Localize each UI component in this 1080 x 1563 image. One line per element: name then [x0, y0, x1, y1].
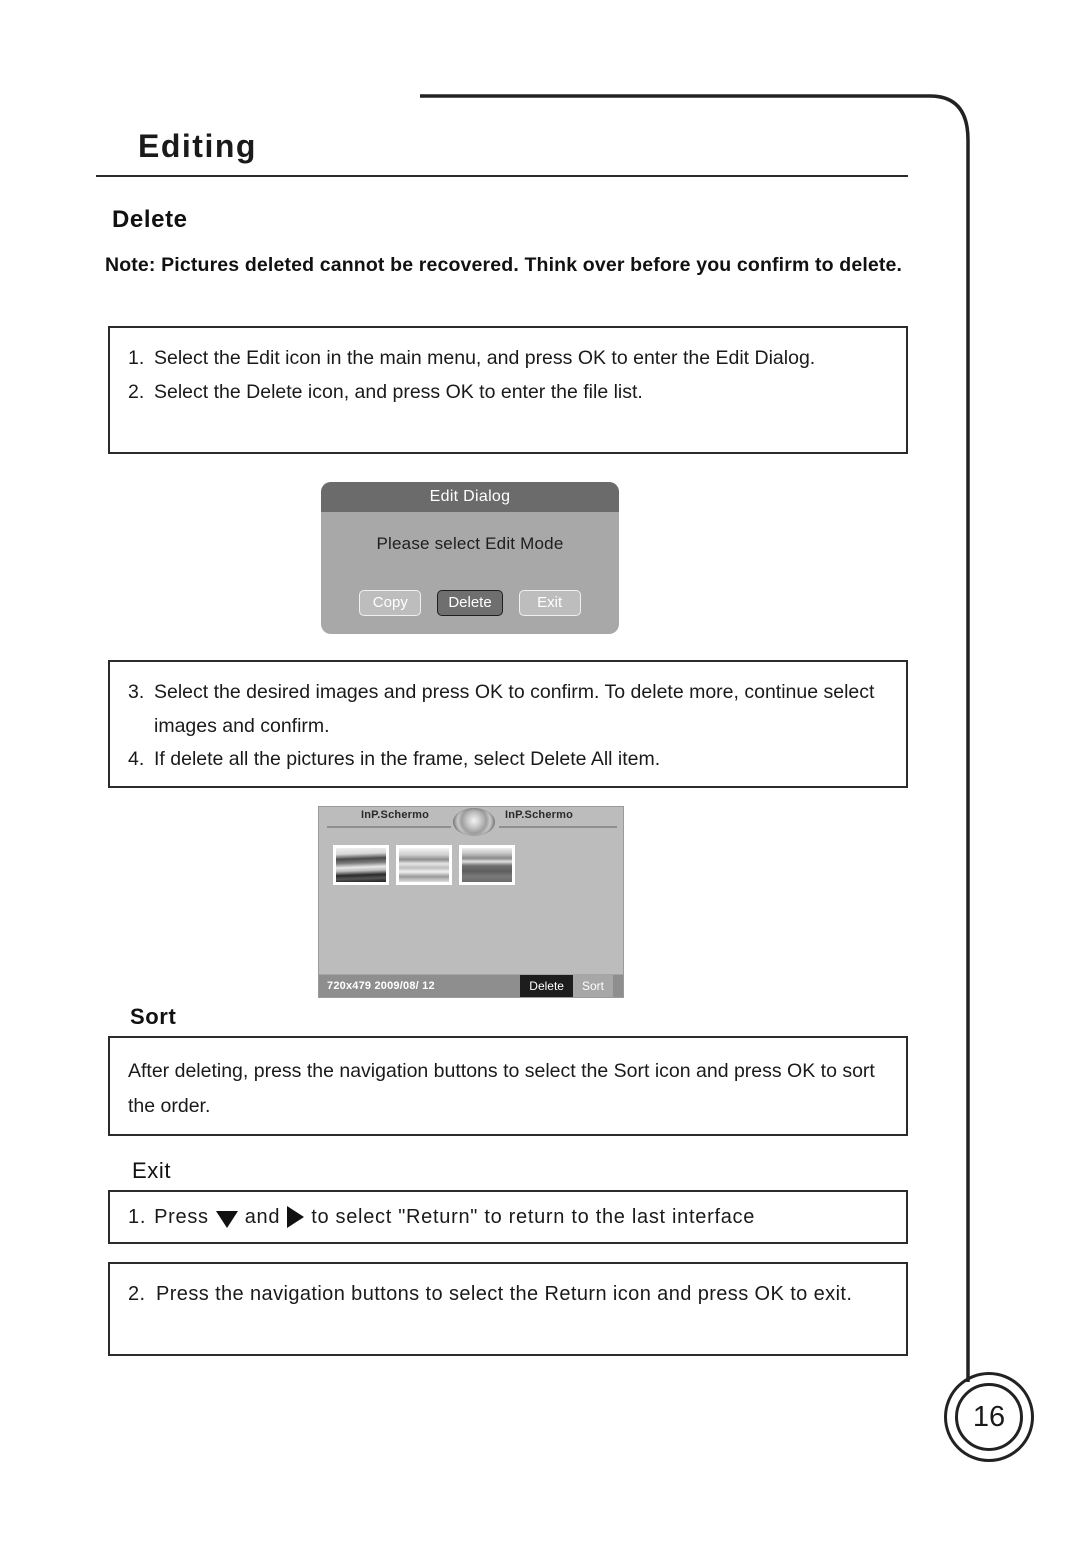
step-text: Select the desired images and press OK t… — [154, 681, 875, 737]
page-number-badge: 16 — [944, 1372, 1034, 1462]
title-divider — [96, 175, 908, 177]
file-list-header: InP.Schermo InP.Schermo — [319, 807, 623, 836]
status-bar-spacer — [613, 975, 623, 997]
down-triangle-icon — [215, 1210, 238, 1228]
thumbnail-item[interactable] — [333, 845, 389, 885]
exit-step-1-middle: and — [244, 1205, 281, 1228]
thumbnail-item[interactable] — [459, 845, 515, 885]
page-title: Editing — [138, 128, 257, 164]
list-item: 3. Select the desired images and press O… — [128, 676, 890, 743]
list-item: 2. Press the navigation buttons to selec… — [128, 1276, 890, 1312]
list-item: 4. If delete all the pictures in the fra… — [128, 743, 890, 777]
exit-step-1-after: to select "Return" to return to the last… — [311, 1205, 756, 1228]
copy-button[interactable]: Copy — [359, 590, 422, 616]
sort-instruction: After deleting, press the navigation but… — [128, 1054, 890, 1124]
exit-step-1-before: Press — [154, 1205, 209, 1228]
file-list-delete-action[interactable]: Delete — [520, 975, 573, 997]
edit-dialog-title: Edit Dialog — [429, 488, 511, 505]
file-list-mockup: InP.Schermo InP.Schermo 720x479 2009/08/… — [318, 806, 624, 998]
step-text: Press the navigation buttons to select t… — [156, 1283, 853, 1305]
delete-button[interactable]: Delete — [437, 590, 503, 616]
step-text: If delete all the pictures in the frame,… — [154, 748, 661, 771]
step-text: Select the Edit icon in the main menu, a… — [154, 347, 816, 369]
file-metadata-text: 720x479 2009/08/ 12 — [327, 980, 435, 992]
step-number: 1. — [128, 1205, 147, 1228]
instructions-box-exit-1: 1. Press and to select "Return" to retur… — [108, 1190, 908, 1244]
file-list-tab-right: InP.Schermo — [505, 809, 574, 821]
list-item: 1. Select the Edit icon in the main menu… — [128, 342, 890, 376]
edit-dialog-titlebar: Edit Dialog — [321, 482, 619, 512]
edit-dialog-message: Please select Edit Mode — [376, 534, 564, 553]
file-list-status-bar: 720x479 2009/08/ 12 Delete Sort — [319, 974, 623, 997]
tab-underline-right — [499, 826, 617, 828]
edit-dialog-mockup: Edit Dialog Please select Edit Mode Copy… — [321, 482, 619, 634]
step-number: 4. — [128, 748, 145, 771]
delete-section-heading: Delete — [112, 206, 188, 233]
right-triangle-icon — [287, 1206, 305, 1228]
step-number: 2. — [128, 380, 145, 403]
sort-instruction-text: After deleting, press the navigation but… — [128, 1060, 875, 1118]
instructions-box-sort: After deleting, press the navigation but… — [108, 1036, 908, 1136]
exit-step-1: 1. Press and to select "Return" to retur… — [128, 1206, 755, 1229]
file-list-tab-left: InP.Schermo — [361, 809, 430, 821]
instructions-box-steps-1-2: 1. Select the Edit icon in the main menu… — [108, 326, 908, 454]
instructions-box-steps-3-4: 3. Select the desired images and press O… — [108, 660, 908, 788]
instruction-list: 1. Select the Edit icon in the main menu… — [128, 342, 890, 409]
page-header: Editing — [96, 128, 908, 177]
file-list-action-row: Delete Sort — [520, 975, 623, 997]
step-number: 3. — [128, 681, 145, 703]
step-number: 1. — [128, 347, 145, 369]
delete-note-text: Note: Pictures deleted cannot be recover… — [105, 254, 903, 276]
instruction-list: 3. Select the desired images and press O… — [128, 676, 890, 777]
step-number: 2. — [128, 1283, 146, 1305]
exit-button[interactable]: Exit — [518, 590, 581, 616]
list-item: 2. Select the Delete icon, and press OK … — [128, 376, 890, 410]
tab-underline-left — [327, 826, 451, 828]
instructions-box-exit-2: 2. Press the navigation buttons to selec… — [108, 1262, 908, 1356]
edit-dialog-button-row: Copy Delete Exit — [321, 590, 619, 616]
exit-section-heading: Exit — [132, 1158, 172, 1183]
thumbnail-grid — [333, 845, 515, 885]
page-number-text: 16 — [972, 1400, 1006, 1433]
step-text: Select the Delete icon, and press OK to … — [154, 380, 643, 403]
file-list-sort-action[interactable]: Sort — [572, 975, 613, 997]
thumbnail-item[interactable] — [396, 845, 452, 885]
badge-inner-circle: 16 — [955, 1383, 1023, 1451]
disc-icon — [453, 808, 495, 836]
sort-section-heading: Sort — [130, 1004, 177, 1029]
